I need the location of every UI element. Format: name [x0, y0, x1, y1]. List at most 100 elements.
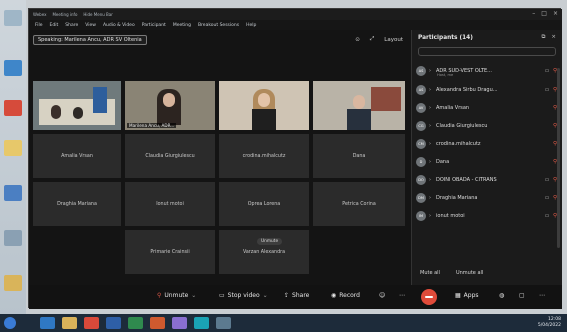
participant-row[interactable]: DM › Draghia Mariana ▭ ⚲ — [416, 190, 559, 206]
participant-row[interactable]: IM › ionut motoi ▭ ⚲ — [416, 208, 559, 224]
apps-button[interactable]: ▦ Apps — [455, 292, 479, 299]
participant-search-input[interactable] — [418, 47, 556, 56]
participant-tile[interactable]: crodina.mihalcutz — [219, 134, 309, 178]
taskbar-app-folder[interactable] — [62, 317, 77, 329]
participant-row[interactable]: D › Dana ⚲ — [416, 154, 559, 170]
participant-row[interactable]: CM › crodina.mihalcutz ⚲ — [416, 136, 559, 152]
mute-all-button[interactable]: Mute all — [420, 270, 440, 276]
avatar: CG — [416, 121, 426, 131]
desktop-icon-chrome[interactable] — [4, 100, 22, 116]
share-screen-icon: ⇪ — [284, 292, 290, 299]
menu-meeting[interactable]: Meeting — [173, 23, 191, 28]
close-icon[interactable]: × — [553, 10, 558, 17]
share-button[interactable]: ⇪ Share — [284, 292, 309, 299]
taskbar-app-misc[interactable] — [172, 317, 187, 329]
unmute-pill[interactable]: Unmute — [257, 238, 283, 245]
participant-row[interactable]: DO › DOINI OBADA - CITRANS ▭ ⚲ — [416, 172, 559, 188]
video-tile[interactable] — [313, 81, 405, 130]
desktop-icon-file[interactable] — [4, 140, 22, 156]
participant-name: Claudia Giurgiulescu — [436, 123, 488, 129]
participant-tile[interactable]: Petrica Corina — [313, 182, 405, 226]
participant-name: crodina.mihalcutz — [436, 141, 481, 147]
desktop-icon-folder[interactable] — [4, 275, 22, 291]
unmute-button[interactable]: ⚲ Unmute ⌄ — [157, 292, 196, 299]
video-camera-icon: ▭ — [219, 292, 225, 299]
layout-button[interactable]: Layout — [384, 37, 403, 43]
menu-participant[interactable]: Participant — [142, 23, 166, 28]
participant-tile[interactable]: Amalia Vrsan — [33, 134, 121, 178]
taskbar-clock[interactable]: 12:08 5/04/2022 — [538, 317, 561, 329]
menu-breakout[interactable]: Breakout Sessions — [198, 23, 239, 28]
stop-video-button[interactable]: ▭ Stop video ⌄ — [219, 292, 268, 299]
meeting-info-link[interactable]: Meeting info — [52, 12, 77, 17]
taskbar-app-powerpoint[interactable] — [150, 317, 165, 329]
desktop-icon-app[interactable] — [4, 60, 22, 76]
menu-share[interactable]: Share — [65, 23, 78, 28]
participant-name: Alexandra Sirbu Dragu... — [436, 87, 498, 93]
avatar: AS — [416, 66, 426, 76]
record-icon: ◉ — [331, 292, 337, 299]
tile-name: Ionut motoi — [156, 202, 184, 207]
start-icon[interactable] — [4, 317, 16, 329]
video-tile[interactable] — [33, 81, 121, 130]
menu-file[interactable]: File — [35, 23, 43, 28]
participant-tile[interactable]: Primarie Crainsii — [125, 230, 215, 274]
camera-icon[interactable]: ▭ — [543, 177, 551, 183]
participant-row[interactable]: AV › Amalia Vrsan ⚲ — [416, 100, 559, 116]
participant-tile[interactable]: Dana — [313, 134, 405, 178]
camera-icon[interactable]: ▭ — [543, 87, 551, 93]
video-tile[interactable] — [219, 81, 309, 130]
unlock-icon[interactable]: ⊙ — [355, 37, 360, 43]
end-call-button[interactable] — [421, 289, 437, 305]
participants-toggle-button[interactable]: ◍ — [499, 292, 504, 299]
more-panels-button[interactable]: ⋯ — [539, 292, 545, 299]
camera-icon[interactable]: ▭ — [543, 68, 551, 74]
taskbar-app-other[interactable] — [216, 317, 231, 329]
record-button[interactable]: ◉ Record — [331, 292, 360, 299]
unmute-all-button[interactable]: Unmute all — [456, 270, 483, 276]
panel-footer: Mute all Unmute all — [420, 270, 483, 276]
video-tile-speaker[interactable]: Marilena Ancu, ADR... — [125, 81, 215, 130]
taskbar-app-webex[interactable] — [194, 317, 209, 329]
panel-scrollbar[interactable] — [557, 68, 560, 248]
popout-icon[interactable]: ⧉ — [541, 34, 545, 41]
maximize-icon[interactable]: □ — [541, 10, 547, 17]
participant-tile[interactable]: Oprea Lorena — [219, 182, 309, 226]
desktop-icon-image[interactable] — [4, 230, 22, 246]
taskbar-app-word[interactable] — [106, 317, 121, 329]
taskbar-app-chrome[interactable] — [84, 317, 99, 329]
expand-icon: › — [429, 141, 431, 147]
menu-edit[interactable]: Edit — [50, 23, 59, 28]
expand-icon: › — [429, 87, 431, 93]
minimize-icon[interactable]: – — [532, 10, 535, 17]
chat-button[interactable]: ▢ — [519, 292, 525, 299]
participant-tile[interactable]: Varzan Alexandra — [219, 230, 309, 274]
speaker-name-tag: Marilena Ancu, ADR... — [127, 123, 177, 128]
fullscreen-icon[interactable]: ⤢ — [370, 36, 374, 43]
participant-tile[interactable]: Ionut motoi — [125, 182, 215, 226]
desktop-icon-recycle[interactable] — [4, 10, 22, 26]
camera-icon[interactable]: ▭ — [543, 195, 551, 201]
participant-tile[interactable]: Claudia Giurgiulescu — [125, 134, 215, 178]
reactions-button[interactable]: ☺ — [379, 292, 385, 299]
desktop-icon-doc[interactable] — [4, 185, 22, 201]
participant-row[interactable]: AS › ADR SUD-VEST OLTE... ▭ ⚲ Host, me — [416, 63, 559, 79]
menu-audio-video[interactable]: Audio & Video — [103, 23, 135, 28]
menu-help[interactable]: Help — [246, 23, 256, 28]
screen-photo: Webex Meeting info Hide Menu Bar – □ × F… — [0, 0, 567, 332]
hide-menu-bar-link[interactable]: Hide Menu Bar — [83, 12, 112, 17]
participant-tile[interactable]: Draghia Mariana — [33, 182, 121, 226]
avatar: DO — [416, 175, 426, 185]
participants-panel: Participants (14) ⧉ × AS › ADR SUD-VEST … — [411, 30, 562, 285]
menu-view[interactable]: View — [85, 23, 96, 28]
camera-icon[interactable]: ▭ — [543, 213, 551, 219]
tile-name: Claudia Giurgiulescu — [145, 154, 195, 159]
avatar: D — [416, 157, 426, 167]
participant-row[interactable]: AS › Alexandra Sirbu Dragu... ▭ ⚲ — [416, 82, 559, 98]
taskbar-app-edge[interactable] — [40, 317, 55, 329]
taskbar-app-excel[interactable] — [128, 317, 143, 329]
participant-row[interactable]: CG › Claudia Giurgiulescu ⚲ — [416, 118, 559, 134]
stage-controls: ⊙ ⤢ Layout — [355, 36, 403, 43]
close-panel-icon[interactable]: × — [551, 34, 556, 41]
more-options-button[interactable]: ⋯ — [399, 292, 405, 299]
